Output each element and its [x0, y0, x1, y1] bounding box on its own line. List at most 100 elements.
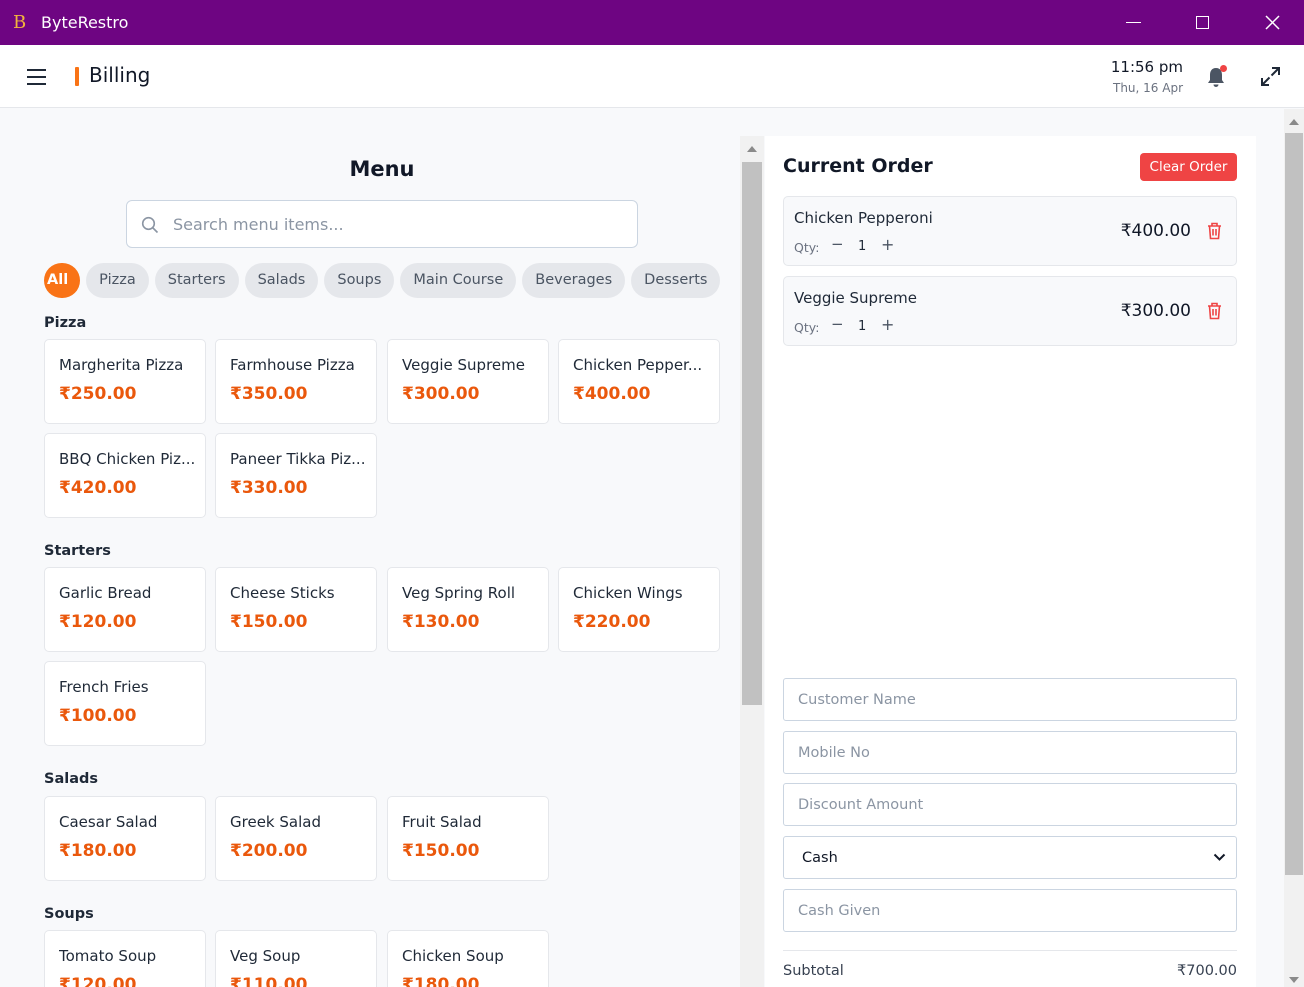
qty-label: Qty:: [794, 240, 820, 255]
mobile-input[interactable]: [784, 732, 1236, 773]
close-button[interactable]: [1237, 0, 1304, 45]
menu-item-card[interactable]: Chicken Wings ₹220.00: [558, 567, 720, 652]
category-chip-starters[interactable]: Starters: [154, 263, 239, 298]
decrease-qty-button[interactable]: −: [831, 235, 844, 253]
payment-method-select[interactable]: Cash: [783, 836, 1237, 879]
menu-item-card[interactable]: Garlic Bread ₹120.00: [44, 567, 206, 652]
category-filter: All Pizza Starters Salads Soups Main Course Be…: [44, 263, 720, 299]
menu-item-price: ₹420.00: [59, 478, 137, 498]
menu-item-price: ₹180.00: [59, 841, 137, 861]
scroll-up-icon[interactable]: [747, 146, 757, 152]
decrease-qty-button[interactable]: −: [831, 315, 844, 333]
maximize-icon: [1195, 16, 1209, 29]
menu-item-name: Chicken Soup: [402, 947, 504, 965]
menu-item-card[interactable]: Veg Spring Roll ₹130.00: [387, 567, 549, 652]
menu-item-card[interactable]: Chicken Pepper... ₹400.00: [558, 339, 720, 424]
menu-item-price: ₹180.00: [402, 975, 480, 987]
menu-item-price: ₹200.00: [230, 841, 308, 861]
clear-order-button[interactable]: Clear Order: [1140, 153, 1237, 181]
customer-name-input[interactable]: [784, 679, 1236, 720]
order-item-name: Chicken Pepperoni: [794, 209, 933, 227]
menu-item-price: ₹130.00: [402, 612, 480, 632]
discount-input[interactable]: [784, 784, 1236, 825]
page-scrollbar[interactable]: [1284, 109, 1304, 987]
category-chip-main-course[interactable]: Main Course: [400, 263, 517, 298]
title-accent: [75, 67, 79, 86]
menu-item-card[interactable]: Caesar Salad ₹180.00: [44, 796, 206, 881]
menu-item-card[interactable]: Paneer Tikka Piz... ₹330.00: [215, 433, 377, 518]
menu-item-card[interactable]: BBQ Chicken Piz... ₹420.00: [44, 433, 206, 518]
category-chip-pizza[interactable]: Pizza: [86, 263, 149, 298]
search-icon: [141, 216, 159, 234]
menu-item-card[interactable]: Tomato Soup ₹120.00: [44, 930, 206, 987]
menu-item-name: Veg Spring Roll: [402, 584, 516, 602]
section-label-salads: Salads: [44, 771, 98, 787]
menu-item-card[interactable]: Margherita Pizza ₹250.00: [44, 339, 206, 424]
menu-item-name: Chicken Wings: [573, 584, 683, 602]
notification-dot: [1220, 65, 1227, 72]
clock-time: 11:56 pm: [1110, 58, 1183, 76]
order-item-price: ₹400.00: [1120, 221, 1191, 241]
page-title: Billing: [89, 63, 151, 87]
cash-given-field[interactable]: [783, 889, 1237, 932]
scroll-up-icon[interactable]: [1289, 119, 1299, 125]
customer-name-field[interactable]: [783, 678, 1237, 721]
menu-item-card[interactable]: French Fries ₹100.00: [44, 661, 206, 746]
menu-item-name: Cheese Sticks: [230, 584, 335, 602]
menu-item-name: Caesar Salad: [59, 813, 158, 831]
menu-scrollbar-thumb[interactable]: [742, 162, 762, 705]
qty-value: 1: [858, 239, 867, 254]
category-chip-salads[interactable]: Salads: [244, 263, 319, 298]
trash-icon[interactable]: [1207, 302, 1222, 320]
menu-item-card[interactable]: Farmhouse Pizza ₹350.00: [215, 339, 377, 424]
fullscreen-icon[interactable]: [1260, 66, 1281, 87]
menu-item-name: Garlic Bread: [59, 584, 152, 602]
maximize-button[interactable]: [1167, 0, 1237, 45]
menu-item-price: ₹220.00: [573, 612, 651, 632]
increase-qty-button[interactable]: +: [881, 235, 894, 254]
menu-item-name: Fruit Salad: [402, 813, 482, 831]
app-logo: B: [13, 11, 27, 33]
mobile-field[interactable]: [783, 731, 1237, 774]
trash-icon[interactable]: [1207, 222, 1222, 240]
menu-title: Menu: [349, 157, 415, 181]
menu-scrollbar[interactable]: [740, 136, 764, 987]
minimize-button[interactable]: [1098, 0, 1168, 45]
increase-qty-button[interactable]: +: [881, 315, 894, 334]
search-box[interactable]: [126, 200, 638, 248]
page-scrollbar-thumb[interactable]: [1285, 133, 1303, 875]
order-title: Current Order: [783, 155, 933, 177]
section-label-soups: Soups: [44, 906, 94, 922]
scroll-down-icon[interactable]: [1289, 977, 1299, 983]
menu-item-card[interactable]: Veg Soup ₹110.00: [215, 930, 377, 987]
category-chip-beverages[interactable]: Beverages: [522, 263, 626, 298]
subtotal-label: Subtotal: [783, 963, 844, 979]
menu-item-name: Greek Salad: [230, 813, 321, 831]
notification-bell-icon[interactable]: [1206, 65, 1228, 89]
cash-given-input[interactable]: [784, 890, 1236, 931]
order-item-name: Veggie Supreme: [794, 289, 917, 307]
menu-toggle-icon[interactable]: [27, 69, 46, 85]
menu-item-price: ₹150.00: [230, 612, 308, 632]
menu-item-card[interactable]: Cheese Sticks ₹150.00: [215, 567, 377, 652]
menu-item-price: ₹110.00: [230, 975, 308, 987]
menu-item-price: ₹120.00: [59, 975, 137, 987]
category-chip-desserts[interactable]: Desserts: [631, 263, 720, 298]
menu-item-card[interactable]: Chicken Soup ₹180.00: [387, 930, 549, 987]
category-chip-all[interactable]: All: [44, 263, 81, 298]
menu-item-card[interactable]: Greek Salad ₹200.00: [215, 796, 377, 881]
menu-item-name: Tomato Soup: [59, 947, 157, 965]
category-chip-soups[interactable]: Soups: [324, 263, 395, 298]
search-input[interactable]: [173, 201, 623, 247]
menu-item-card[interactable]: Veggie Supreme ₹300.00: [387, 339, 549, 424]
menu-item-name: Paneer Tikka Piz...: [230, 450, 366, 468]
discount-field[interactable]: [783, 783, 1237, 826]
menu-item-name: BBQ Chicken Piz...: [59, 450, 196, 468]
minimize-icon: [1125, 22, 1141, 23]
order-item: Veggie Supreme Qty: − 1 + ₹300.00: [783, 276, 1237, 346]
menu-item-card[interactable]: Fruit Salad ₹150.00: [387, 796, 549, 881]
title-bar: B ByteRestro: [0, 0, 1304, 45]
current-order-panel: Current Order Clear Order Chicken Pepper…: [765, 136, 1256, 987]
qty-value: 1: [858, 319, 867, 334]
menu-item-name: Veggie Supreme: [402, 356, 525, 374]
